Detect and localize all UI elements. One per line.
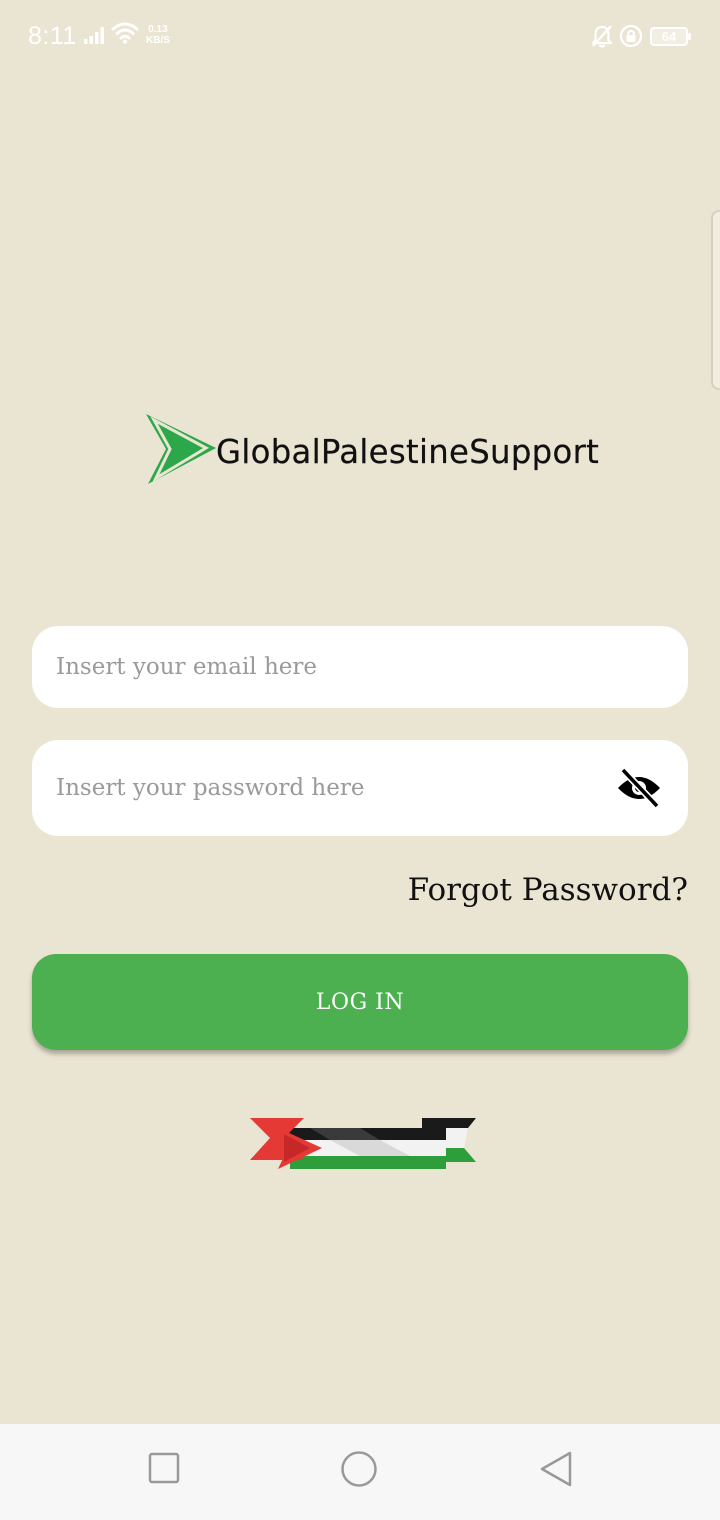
home-circle-icon[interactable] [340, 1450, 378, 1492]
network-speed-unit: KB/S [146, 35, 170, 46]
palestine-flag-icon [250, 1118, 476, 1169]
eye-off-icon[interactable] [616, 767, 662, 809]
network-speed: 0.13 KB/S [146, 24, 170, 46]
navigation-bar [0, 1424, 720, 1520]
email-field[interactable] [56, 626, 616, 708]
app-logo: GlobalPalestineSupport [144, 412, 599, 488]
email-field-container [32, 626, 688, 708]
forgot-password-link[interactable]: Forgot Password? [408, 872, 688, 908]
lock-icon [619, 24, 643, 53]
password-field[interactable] [56, 740, 616, 836]
play-arrow-logo-icon [146, 414, 216, 484]
bell-off-icon [591, 24, 613, 53]
recents-square-icon[interactable] [148, 1452, 180, 1488]
edge-panel-handle[interactable] [711, 210, 720, 390]
login-button[interactable]: LOG IN [32, 954, 688, 1050]
status-time: 8:11 [28, 22, 77, 50]
network-speed-value: 0.13 [148, 24, 168, 35]
logo-text: GlobalPalestineSupport [216, 432, 600, 471]
wifi-icon [111, 22, 139, 49]
back-triangle-icon[interactable] [538, 1450, 574, 1492]
status-bar: 8:11 0.13 KB/S 64 [0, 0, 720, 76]
signal-icon [84, 26, 106, 49]
password-field-container [32, 740, 688, 836]
battery-icon: 64 [650, 27, 691, 46]
